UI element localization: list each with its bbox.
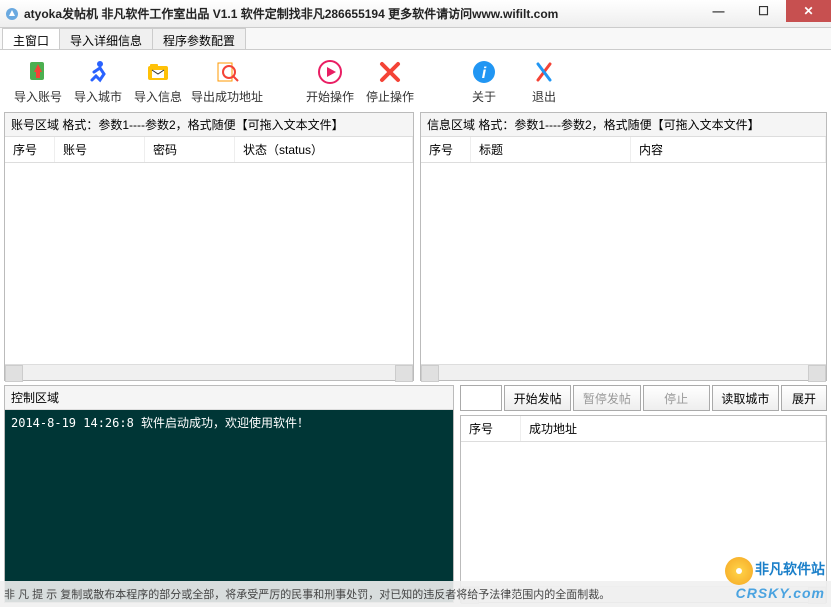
account-panel: 账号区域 格式：参数1----参数2，格式随便【可拖入文本文件】 序号 账号 密…	[4, 112, 414, 381]
info-panel-title: 信息区域 格式：参数1----参数2，格式随便【可拖入文本文件】	[421, 113, 826, 137]
import-info-button[interactable]: 导入信息	[130, 56, 186, 106]
action-buttons-row: 开始发帖 暂停发帖 停止 读取城市 展开	[460, 385, 827, 411]
col-title[interactable]: 标题	[471, 137, 631, 162]
pause-post-button[interactable]: 暂停发帖	[573, 385, 640, 411]
about-button[interactable]: i 关于	[456, 56, 512, 106]
export-success-button[interactable]: 导出成功地址	[190, 56, 264, 106]
content-area: 导入账号 导入城市 导入信息 导出成功地址 开始操作 停止操作 i 关于	[0, 50, 831, 607]
col-success-url[interactable]: 成功地址	[521, 416, 826, 441]
col-index[interactable]: 序号	[421, 137, 471, 162]
titlebar: atyoka发帖机 非凡软件工作室出品 V1.1 软件定制找非凡28665519…	[0, 0, 831, 28]
col-index[interactable]: 序号	[461, 416, 521, 441]
exit-button[interactable]: 退出	[516, 56, 572, 106]
info-scrollbar[interactable]	[421, 364, 826, 380]
cross-icon	[376, 58, 404, 86]
control-panel-title: 控制区域	[5, 386, 453, 410]
col-index[interactable]: 序号	[5, 137, 55, 162]
account-panel-title: 账号区域 格式：参数1----参数2，格式随便【可拖入文本文件】	[5, 113, 413, 137]
running-person-icon	[84, 58, 112, 86]
toolbar: 导入账号 导入城市 导入信息 导出成功地址 开始操作 停止操作 i 关于	[4, 54, 827, 108]
expand-button[interactable]: 展开	[781, 385, 827, 411]
import-account-icon	[24, 58, 52, 86]
thread-input[interactable]	[460, 385, 502, 411]
upper-panels: 账号区域 格式：参数1----参数2，格式随便【可拖入文本文件】 序号 账号 密…	[4, 112, 827, 381]
watermark-icon	[725, 557, 753, 585]
maximize-button[interactable]: ☐	[741, 0, 786, 22]
svg-text:i: i	[482, 65, 487, 82]
account-scrollbar[interactable]	[5, 364, 413, 380]
start-post-button[interactable]: 开始发帖	[504, 385, 571, 411]
tab-import-detail[interactable]: 导入详细信息	[59, 28, 153, 49]
info-table-body[interactable]	[421, 163, 826, 364]
account-table-header: 序号 账号 密码 状态（status）	[5, 137, 413, 163]
window-controls: — ☐ ✕	[696, 0, 831, 22]
tab-main[interactable]: 主窗口	[2, 28, 60, 49]
read-city-button[interactable]: 读取城市	[712, 385, 779, 411]
stop-button[interactable]: 停止操作	[362, 56, 418, 106]
watermark: 非凡软件站 CRSKY.com	[725, 557, 825, 601]
import-account-button[interactable]: 导入账号	[10, 56, 66, 106]
lower-panels: 控制区域 2014-8-19 14:26:8 软件启动成功，欢迎使用软件！ 开始…	[4, 385, 827, 603]
footer-text: 非 凡 提 示 复制或散布本程序的部分或全部，将承受严厉的民事和刑事处罚，对已知…	[0, 581, 831, 607]
minimize-button[interactable]: —	[696, 0, 741, 22]
col-content[interactable]: 内容	[631, 137, 826, 162]
info-table-header: 序号 标题 内容	[421, 137, 826, 163]
close-button[interactable]: ✕	[786, 0, 831, 22]
app-icon	[4, 6, 20, 22]
info-icon: i	[470, 58, 498, 86]
import-city-button[interactable]: 导入城市	[70, 56, 126, 106]
col-status[interactable]: 状态（status）	[235, 137, 413, 162]
control-panel: 控制区域 2014-8-19 14:26:8 软件启动成功，欢迎使用软件！	[4, 385, 454, 603]
info-panel: 信息区域 格式：参数1----参数2，格式随便【可拖入文本文件】 序号 标题 内…	[420, 112, 827, 381]
tab-config[interactable]: 程序参数配置	[152, 28, 246, 49]
result-table-header: 序号 成功地址	[461, 416, 826, 442]
stop-post-button[interactable]: 停止	[643, 385, 710, 411]
console-log[interactable]: 2014-8-19 14:26:8 软件启动成功，欢迎使用软件！	[5, 410, 453, 602]
account-table-body[interactable]	[5, 163, 413, 364]
play-icon	[316, 58, 344, 86]
col-password[interactable]: 密码	[145, 137, 235, 162]
start-button[interactable]: 开始操作	[302, 56, 358, 106]
magnifier-icon	[213, 58, 241, 86]
exit-icon	[530, 58, 558, 86]
folder-mail-icon	[144, 58, 172, 86]
tab-bar: 主窗口 导入详细信息 程序参数配置	[0, 28, 831, 50]
col-account[interactable]: 账号	[55, 137, 145, 162]
